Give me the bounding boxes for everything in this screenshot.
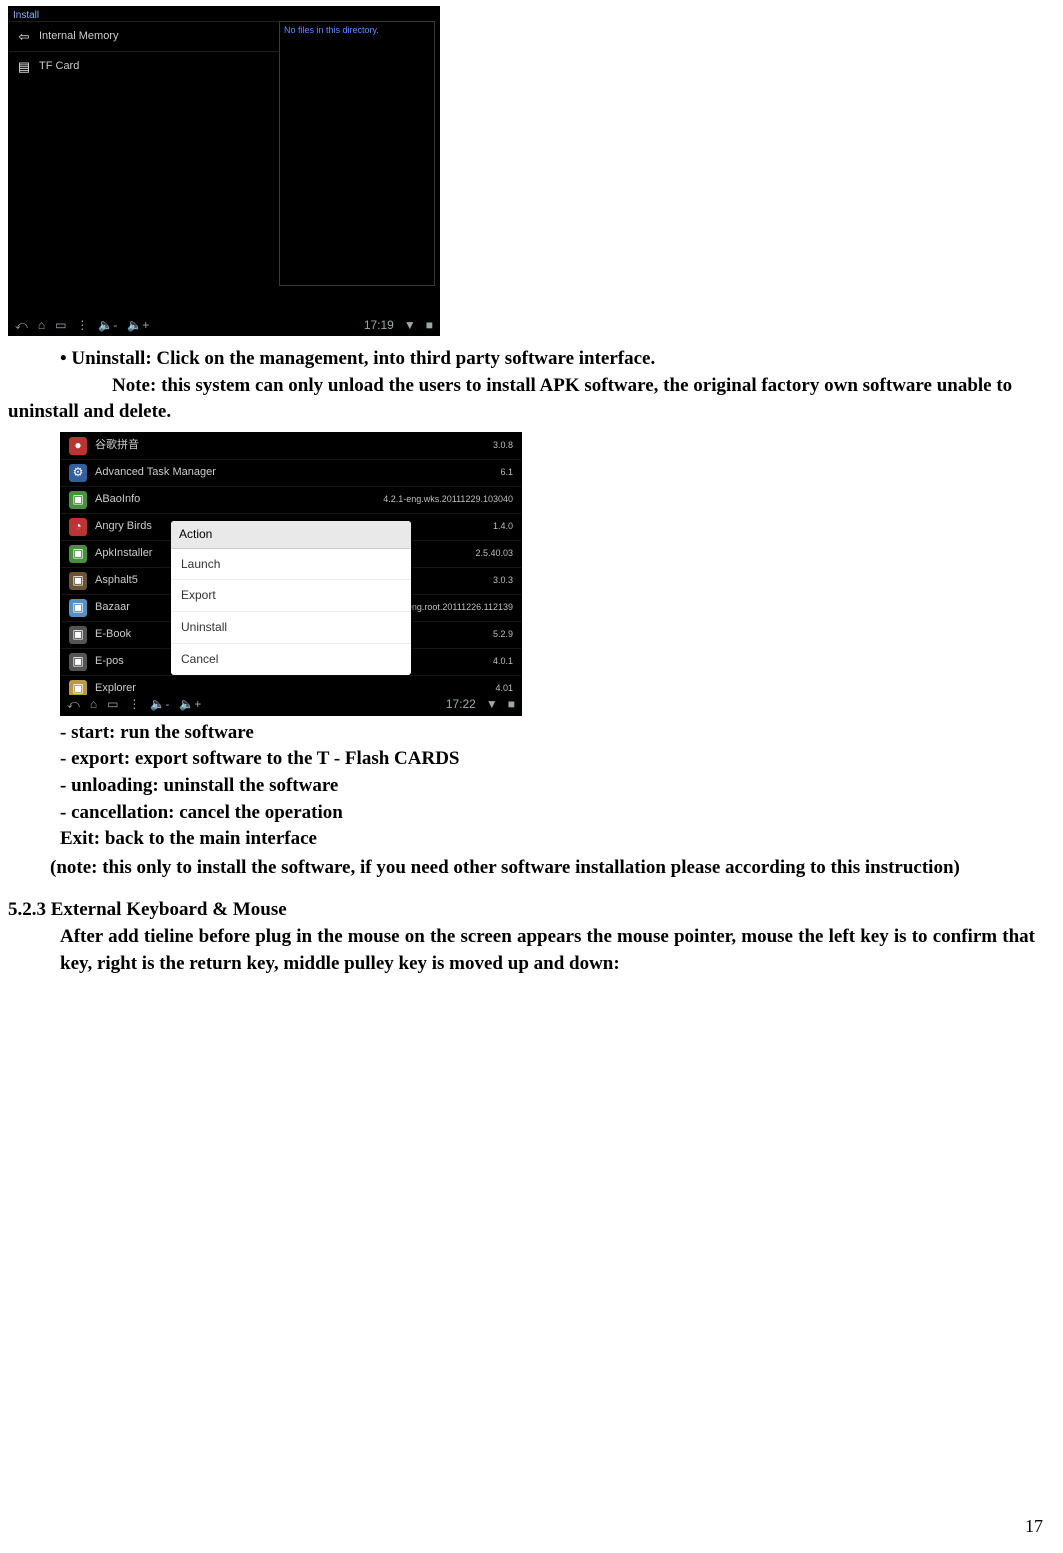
app-meta: 3.0.8 — [493, 439, 513, 452]
app-name: ABaoInfo — [95, 492, 140, 507]
def-exit: Exit: back to the main interface — [60, 826, 1035, 853]
dialog-item-launch: Launch — [171, 549, 411, 581]
app-meta: 4.01 — [495, 682, 513, 695]
app-name: Bazaar — [95, 600, 130, 615]
back-icon: ⤺ — [15, 317, 28, 334]
recent-icon: ▭ — [107, 696, 118, 713]
app-icon: ▣ — [69, 653, 87, 671]
def-cancel: - cancellation: cancel the operation — [60, 800, 1035, 827]
page-number: 17 — [1025, 1514, 1043, 1539]
volume-down-icon: 🔈- — [98, 317, 117, 334]
action-dialog: Action Launch Export Uninstall Cancel — [171, 521, 411, 675]
app-icon: ▣ — [69, 572, 87, 590]
app-row: ▣ ABaoInfo 4.2.1-eng.wks.20111229.103040 — [61, 487, 521, 514]
app-icon: ◔ — [69, 518, 87, 536]
storage-icon: ⇦ — [17, 30, 31, 44]
storage-label: TF Card — [39, 59, 79, 74]
app-meta: 6.1 — [500, 466, 513, 479]
app-icon: ▣ — [69, 491, 87, 509]
app-icon: ▣ — [69, 545, 87, 563]
volume-up-icon: 🔈+ — [127, 317, 149, 334]
app-meta: 3.0.3 — [493, 574, 513, 587]
battery-icon: ■ — [508, 696, 515, 713]
app-name: Advanced Task Manager — [95, 465, 216, 480]
section-body: After add tieline before plug in the mou… — [60, 924, 1035, 977]
app-meta: eng.root.20111226.112139 — [407, 601, 513, 614]
note-uninstall: Note: this system can only unload the us… — [8, 373, 1055, 426]
storage-item-internal: ⇦ Internal Memory — [9, 21, 279, 52]
app-row: ● 谷歌拼音 3.0.8 — [61, 433, 521, 460]
app-icon: ▣ — [69, 599, 87, 617]
app-name: ApkInstaller — [95, 546, 152, 561]
storage-item-tfcard: ▤ TF Card — [9, 52, 279, 81]
system-navbar: ⤺ ⌂ ▭ ⋮ 🔈- 🔈+ 17:22 ▼ ■ — [61, 695, 521, 715]
app-meta: 5.2.9 — [493, 628, 513, 641]
dialog-item-export: Export — [171, 580, 411, 612]
app-meta: 4.0.1 — [493, 655, 513, 668]
back-icon: ⤺ — [67, 696, 80, 713]
wifi-icon: ▼ — [486, 696, 498, 713]
app-name: E-pos — [95, 654, 124, 669]
volume-down-icon: 🔈- — [150, 696, 169, 713]
home-icon: ⌂ — [38, 317, 45, 334]
menu-icon: ⋮ — [128, 696, 140, 713]
uninstall-bullet: • Uninstall: Click on the management, in… — [60, 346, 1035, 373]
app-icon: ● — [69, 437, 87, 455]
app-icon: ▣ — [69, 626, 87, 644]
system-navbar: ⤺ ⌂ ▭ ⋮ 🔈- 🔈+ 17:19 ▼ ■ — [9, 315, 439, 335]
app-meta: 4.2.1-eng.wks.20111229.103040 — [383, 493, 513, 506]
app-manager-screenshot: ● 谷歌拼音 3.0.8 ⚙ Advanced Task Manager 6.1 ▣… — [60, 432, 522, 716]
battery-icon: ■ — [426, 317, 433, 334]
clock-text: 17:22 — [446, 696, 476, 713]
storage-list: ⇦ Internal Memory ▤ TF Card — [9, 21, 279, 82]
empty-dir-text: No files in this directory. — [284, 25, 379, 35]
file-panel: No files in this directory. — [279, 21, 435, 286]
app-name: E-Book — [95, 627, 131, 642]
sdcard-icon: ▤ — [17, 60, 31, 74]
app-name: 谷歌拼音 — [95, 438, 139, 453]
recent-icon: ▭ — [55, 317, 66, 334]
app-meta: 2.5.40.03 — [475, 547, 513, 560]
app-icon: ⚙ — [69, 464, 87, 482]
def-unload: - unloading: uninstall the software — [60, 773, 1035, 800]
def-export: - export: export software to the T - Fla… — [60, 746, 1035, 773]
volume-up-icon: 🔈+ — [179, 696, 201, 713]
home-icon: ⌂ — [90, 696, 97, 713]
install-note: (note: this only to install the software… — [50, 855, 1055, 882]
clock-text: 17:19 — [364, 317, 394, 334]
storage-label: Internal Memory — [39, 29, 118, 44]
app-name: Angry Birds — [95, 519, 152, 534]
menu-icon: ⋮ — [76, 317, 88, 334]
install-memory-screenshot: Install ⇦ Internal Memory ▤ TF Card No f… — [8, 6, 440, 336]
dialog-item-uninstall: Uninstall — [171, 612, 411, 644]
note-prefix: Note: — [112, 375, 161, 396]
app-meta: 1.4.0 — [493, 520, 513, 533]
def-start: - start: run the software — [60, 720, 1035, 747]
wifi-icon: ▼ — [404, 317, 416, 334]
dialog-title: Action — [171, 521, 411, 549]
dialog-item-cancel: Cancel — [171, 644, 411, 675]
section-heading: 5.2.3 External Keyboard & Mouse — [8, 897, 1055, 924]
app-name: Asphalt5 — [95, 573, 138, 588]
app-row: ⚙ Advanced Task Manager 6.1 — [61, 460, 521, 487]
